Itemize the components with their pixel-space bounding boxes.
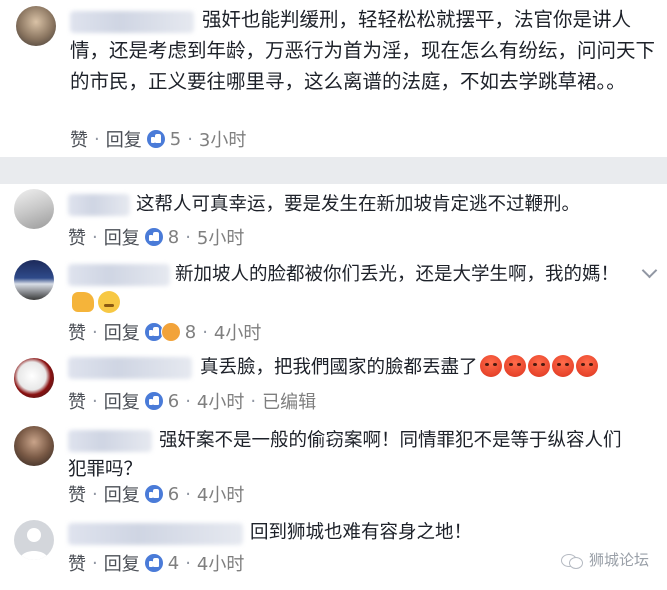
- comment-text: 强奸案不是一般的偷窃案啊！同情罪犯不是等于纵容人们犯罪吗？: [68, 430, 622, 480]
- comment-text: 回到狮城也难有容身之地！: [250, 522, 473, 543]
- comment-actions: 赞 · 回复 8 · 5小时: [68, 224, 244, 250]
- comment-actions: 赞 · 回复 5 · 3小时: [70, 126, 246, 152]
- angry-reaction-icon[interactable]: [160, 322, 181, 342]
- comment-actions: 赞 · 回复 6 · 4小时 · 已编辑: [68, 388, 316, 414]
- edited-label[interactable]: 已编辑: [262, 388, 316, 414]
- comment-text: 强奸也能判缓刑，轻轻松松就摆平，法官你是讲人情，还是考虑到年龄，万恶行为首为淫，…: [70, 8, 656, 93]
- comment-1: 强奸也能判缓刑，轻轻松松就摆平，法官你是讲人情，还是考虑到年龄，万恶行为首为淫，…: [0, 0, 667, 156]
- timestamp[interactable]: 4小时: [197, 388, 244, 414]
- reply-button[interactable]: 回复: [104, 388, 140, 414]
- comment-text: 这帮人可真幸运，要是发生在新加坡肯定逃不过鞭刑。: [136, 194, 581, 215]
- like-button[interactable]: 赞: [68, 481, 86, 507]
- angry-face-emoji-icon: [503, 355, 526, 377]
- comment-actions: 赞 · 回复 6 · 4小时: [68, 481, 244, 507]
- comment-4: 真丢臉，把我們國家的臉都丟盡了 赞 · 回复 6 · 4小时 · 已编辑: [0, 348, 667, 420]
- reply-button[interactable]: 回复: [106, 126, 142, 152]
- avatar[interactable]: [14, 189, 54, 229]
- angry-face-emoji-icon: [479, 355, 502, 377]
- section-divider: [0, 157, 667, 184]
- avatar[interactable]: [14, 520, 54, 560]
- commenter-name-blurred[interactable]: [68, 194, 130, 216]
- comment-text: 新加坡人的脸都被你们丢光，还是大学生啊，我的媽！: [68, 260, 638, 318]
- fist-emoji-icon: [72, 292, 94, 312]
- like-count[interactable]: 6: [168, 391, 179, 412]
- like-button[interactable]: 赞: [68, 388, 86, 414]
- like-count[interactable]: 8: [168, 227, 179, 248]
- timestamp[interactable]: 5小时: [197, 224, 244, 250]
- like-reaction-icon[interactable]: [143, 553, 164, 573]
- like-reaction-icon[interactable]: [143, 227, 164, 247]
- avatar[interactable]: [14, 358, 54, 398]
- comment-3: 新加坡人的脸都被你们丢光，还是大学生啊，我的媽！ 赞 · 回复 8 · 4小时: [0, 255, 667, 347]
- like-count[interactable]: 6: [168, 484, 179, 505]
- comment-text: 真丢臉，把我們國家的臉都丟盡了: [200, 353, 660, 382]
- timestamp[interactable]: 4小时: [197, 481, 244, 507]
- like-button[interactable]: 赞: [68, 319, 86, 345]
- like-reaction-icon[interactable]: [143, 484, 164, 504]
- like-button[interactable]: 赞: [70, 126, 88, 152]
- angry-face-emoji-icon: [527, 355, 550, 377]
- like-count[interactable]: 4: [168, 553, 179, 574]
- reply-button[interactable]: 回复: [104, 481, 140, 507]
- chevron-down-icon[interactable]: [641, 262, 658, 279]
- like-reaction-icon[interactable]: [143, 391, 164, 411]
- comment-5: 强奸案不是一般的偷窃案啊！同情罪犯不是等于纵容人们犯罪吗？ 赞 · 回复 6 ·…: [0, 421, 667, 513]
- like-button[interactable]: 赞: [68, 550, 86, 576]
- like-reaction-icon[interactable]: [145, 129, 166, 149]
- timestamp[interactable]: 4小时: [197, 550, 244, 576]
- angry-face-emoji-icon: [551, 355, 574, 377]
- comment-actions: 赞 · 回复 4 · 4小时: [68, 550, 244, 576]
- avatar[interactable]: [14, 426, 54, 466]
- comment-2: 这帮人可真幸运，要是发生在新加坡肯定逃不过鞭刑。 赞 · 回复 8 · 5小时: [0, 184, 667, 254]
- commenter-name-blurred[interactable]: [68, 523, 243, 545]
- watermark-text: 狮城论坛: [588, 551, 649, 569]
- steam-face-emoji-icon: [98, 291, 120, 313]
- watermark: 狮城论坛: [560, 549, 649, 570]
- like-count[interactable]: 8: [185, 322, 196, 343]
- comment-actions: 赞 · 回复 8 · 4小时: [68, 319, 261, 345]
- timestamp[interactable]: 3小时: [199, 126, 246, 152]
- like-button[interactable]: 赞: [68, 224, 86, 250]
- default-avatar-icon: [20, 528, 48, 560]
- angry-face-emoji-icon: [575, 355, 598, 377]
- avatar[interactable]: [16, 6, 56, 46]
- reply-button[interactable]: 回复: [104, 319, 140, 345]
- commenter-name-blurred[interactable]: [68, 357, 192, 379]
- reply-button[interactable]: 回复: [104, 550, 140, 576]
- avatar[interactable]: [14, 260, 54, 300]
- timestamp[interactable]: 4小时: [214, 319, 261, 345]
- like-count[interactable]: 5: [170, 129, 181, 150]
- reply-button[interactable]: 回复: [104, 224, 140, 250]
- wechat-icon: [560, 552, 583, 569]
